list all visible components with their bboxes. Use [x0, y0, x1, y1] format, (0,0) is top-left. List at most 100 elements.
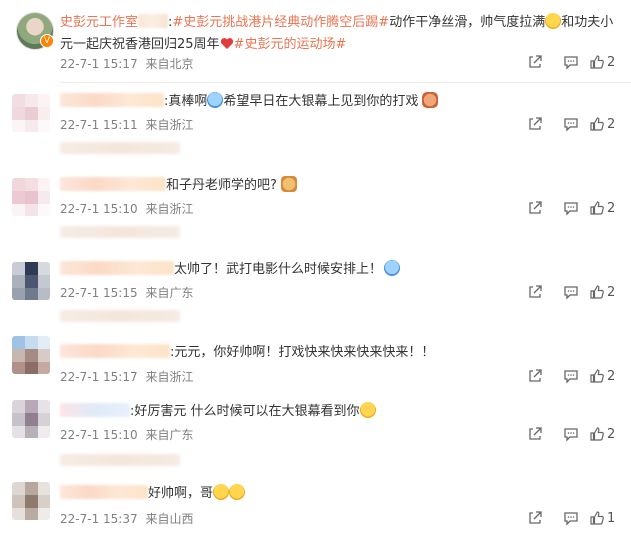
comment-text: :好厉害元 什么时候可以在大银幕看到你 — [60, 402, 376, 421]
comment-meta: 22-7-1 15:17 来自浙江 — [60, 368, 193, 385]
comment-item: 和子丹老师学的吧? 22-7-1 15:10 来自浙江 2 — [0, 168, 631, 250]
author-name[interactable]: 史彭元工作室 — [60, 15, 138, 30]
commenter-avatar[interactable] — [12, 178, 50, 216]
crying-emoji-icon — [384, 260, 401, 276]
comment-actions: 2 — [517, 366, 617, 386]
like-button[interactable]: 2 — [589, 282, 617, 302]
comment-actions: 1 — [517, 508, 617, 528]
comment-icon[interactable] — [553, 508, 589, 528]
comment-time: 22-7-1 15:10 — [60, 428, 138, 442]
comment-source: 来自山西 — [145, 512, 194, 526]
comment-item: :真棒啊 希望早日在大银幕上见到你的打戏 22-7-1 15:11 来自浙江 2 — [0, 84, 631, 166]
comment-text: 好帅啊，哥 — [60, 484, 246, 503]
heart-icon — [220, 38, 233, 49]
comment-source: 来自浙江 — [145, 118, 194, 132]
thumbs-up-icon — [590, 201, 604, 215]
like-count: 2 — [607, 426, 616, 442]
blurred-reply — [60, 310, 180, 322]
like-button[interactable]: 2 — [589, 198, 617, 218]
topic-tag-sports[interactable]: #史彭元的运动场# — [234, 37, 347, 52]
share-icon[interactable] — [517, 366, 553, 386]
post-content: 史彭元工作室:#史彭元挑战港片经典动作腾空后踢#动作干净丝滑，帅气度拉满 和功夫小… — [60, 13, 614, 52]
thumbs-up-icon — [590, 511, 604, 525]
comment-time: 22-7-1 15:17 — [60, 370, 138, 384]
comment-icon[interactable] — [553, 52, 589, 72]
comment-source: 来自浙江 — [145, 370, 194, 384]
comment-time: 22-7-1 15:37 — [60, 512, 138, 526]
comment-icon[interactable] — [553, 114, 589, 134]
thumbs-up-icon — [590, 285, 604, 299]
thumbs-up-icon — [590, 117, 604, 131]
comment-time: 22-7-1 15:11 — [60, 118, 138, 132]
post-header: V 史彭元工作室:#史彭元挑战港片经典动作腾空后踢#动作干净丝滑，帅气度拉满 和功… — [0, 0, 631, 82]
hugging-emoji-icon — [359, 402, 376, 418]
post-body: 动作干净丝滑，帅气度拉满 — [389, 15, 546, 30]
blurred-username — [60, 485, 148, 499]
comment-source: 来自广东 — [145, 286, 194, 300]
like-count: 1 — [607, 510, 616, 526]
comment-meta: 22-7-1 15:37 来自山西 — [60, 510, 193, 527]
comment-source: 来自广东 — [145, 428, 194, 442]
post-actions: 2 — [517, 52, 617, 72]
blushing-emoji-icon — [229, 484, 246, 500]
comment-source: 来自浙江 — [145, 202, 194, 216]
share-icon[interactable] — [517, 508, 553, 528]
blurred-username — [60, 93, 164, 107]
post-time: 22-7-1 15:17 — [60, 57, 138, 71]
thumbs-up-icon — [590, 55, 604, 69]
commenter-avatar[interactable] — [12, 482, 50, 520]
like-button[interactable]: 2 — [589, 52, 617, 72]
share-icon[interactable] — [517, 114, 553, 134]
crying-emoji-icon — [207, 92, 224, 108]
verified-badge-icon: V — [40, 34, 54, 48]
share-icon[interactable] — [517, 52, 553, 72]
comment-text: 和子丹老师学的吧? — [60, 176, 297, 195]
thumbs-up-emoji-icon — [280, 176, 297, 192]
share-icon[interactable] — [517, 198, 553, 218]
comment-meta: 22-7-1 15:10 来自广东 — [60, 426, 193, 443]
weibo-comment-page: V 史彭元工作室:#史彭元挑战港片经典动作腾空后踢#动作干净丝滑，帅气度拉满 和功… — [0, 0, 631, 538]
like-count: 2 — [607, 200, 616, 216]
like-count: 2 — [607, 116, 616, 132]
comment-icon[interactable] — [553, 282, 589, 302]
commenter-avatar[interactable] — [12, 336, 50, 374]
comment-item: 好帅啊，哥 22-7-1 15:37 来自山西 1 — [0, 478, 631, 560]
comment-text: :元元，你好帅啊！打戏快来快来快来快来！！ — [60, 344, 434, 362]
thumbs-up-icon — [590, 427, 604, 441]
blurred-reply — [60, 142, 180, 154]
like-button[interactable]: 2 — [589, 114, 617, 134]
commenter-avatar[interactable] — [12, 94, 50, 132]
like-button[interactable]: 2 — [589, 424, 617, 444]
blushing-emoji-icon — [213, 484, 230, 500]
share-icon[interactable] — [517, 282, 553, 302]
thumbs-up-icon — [590, 369, 604, 383]
comment-time: 22-7-1 15:15 — [60, 286, 138, 300]
comment-icon[interactable] — [553, 198, 589, 218]
comment-actions: 2 — [517, 282, 617, 302]
blurred-reply — [60, 226, 180, 238]
comment-actions: 2 — [517, 424, 617, 444]
like-count: 2 — [607, 368, 616, 384]
commenter-avatar[interactable] — [12, 400, 50, 438]
post-source: 来自北京 — [145, 57, 194, 71]
blurred-username — [60, 403, 130, 417]
comment-item: 太帅了！武打电影什么时候安排上！ 22-7-1 15:15 来自广东 2 — [0, 252, 631, 334]
comment-icon[interactable] — [553, 424, 589, 444]
like-count: 2 — [607, 284, 616, 300]
like-button[interactable]: 2 — [589, 366, 617, 386]
topic-tag-challenge[interactable]: #史彭元挑战港片经典动作腾空后踢# — [172, 15, 389, 30]
share-icon[interactable] — [517, 424, 553, 444]
commenter-avatar[interactable] — [12, 262, 50, 300]
surprised-emoji-icon — [545, 13, 562, 29]
comment-actions: 2 — [517, 198, 617, 218]
blurred-username — [60, 344, 170, 358]
fist-emoji-icon — [422, 92, 439, 108]
blurred-username — [60, 261, 174, 275]
divider — [60, 82, 631, 83]
comment-text: 太帅了！武打电影什么时候安排上！ — [60, 260, 401, 279]
like-button[interactable]: 1 — [589, 508, 617, 528]
post-meta: 22-7-1 15:17 来自北京 — [60, 55, 193, 72]
blurred-username — [60, 177, 166, 191]
comment-actions: 2 — [517, 114, 617, 134]
comment-icon[interactable] — [553, 366, 589, 386]
